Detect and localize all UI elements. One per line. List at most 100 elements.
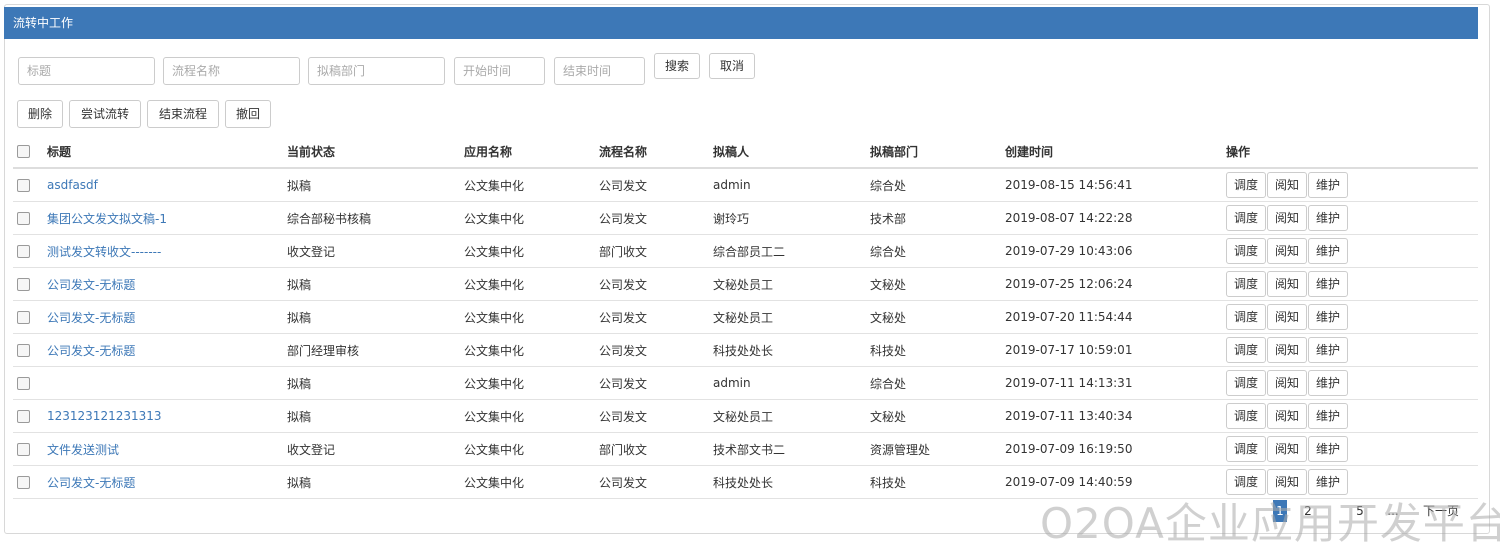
dispatch-button[interactable]: 调度 xyxy=(1226,172,1267,198)
maintain-button[interactable]: 维护 xyxy=(1308,205,1349,231)
cell-created-time: 2019-07-11 13:40:34 xyxy=(1005,399,1226,433)
column-header-created[interactable]: 创建时间 xyxy=(1005,135,1226,169)
read-notify-button[interactable]: 阅知 xyxy=(1267,436,1308,462)
row-checkbox[interactable] xyxy=(17,475,30,489)
dispatch-button[interactable]: 调度 xyxy=(1226,205,1267,231)
process-name-input[interactable] xyxy=(163,57,300,85)
maintain-button[interactable]: 维护 xyxy=(1308,304,1349,330)
page-2[interactable]: 2 xyxy=(1301,500,1315,522)
column-header-dept[interactable]: 拟稿部门 xyxy=(870,135,1005,169)
row-title-link[interactable]: 公司发文-无标题 xyxy=(47,344,135,358)
row-checkbox[interactable] xyxy=(17,409,30,423)
read-notify-button[interactable]: 阅知 xyxy=(1267,172,1308,198)
row-checkbox[interactable] xyxy=(17,277,30,291)
cell-process-name: 公司发文 xyxy=(599,201,713,235)
table-row[interactable]: 公司发文-无标题 拟稿 公文集中化 公司发文 文秘处员工 文秘处 2019-07-25 12… xyxy=(13,267,1478,301)
search-button[interactable]: 搜索 xyxy=(654,53,700,79)
row-actions: 调度 阅知 维护 xyxy=(1226,432,1478,466)
end-flow-button[interactable]: 结束流程 xyxy=(147,100,219,128)
cell-draft-dept: 技术部 xyxy=(870,201,1005,235)
draft-dept-input[interactable] xyxy=(308,57,445,85)
cancel-button[interactable]: 取消 xyxy=(709,53,755,79)
cell-process-name: 公司发文 xyxy=(599,465,713,499)
delete-button[interactable]: 删除 xyxy=(17,100,63,128)
row-checkbox[interactable] xyxy=(17,178,30,192)
row-title-link[interactable]: 公司发文-无标题 xyxy=(47,476,135,490)
cell-process-name: 公司发文 xyxy=(599,168,713,202)
cell-draft-dept: 科技处 xyxy=(870,333,1005,367)
cell-app-name: 公文集中化 xyxy=(464,300,599,334)
read-notify-button[interactable]: 阅知 xyxy=(1267,238,1308,264)
column-header-actions: 操作 xyxy=(1226,135,1478,169)
dispatch-button[interactable]: 调度 xyxy=(1226,271,1267,297)
read-notify-button[interactable]: 阅知 xyxy=(1267,304,1308,330)
row-title-link[interactable]: 文件发送测试 xyxy=(47,443,119,457)
read-notify-button[interactable]: 阅知 xyxy=(1267,370,1308,396)
row-title-link[interactable]: 公司发文-无标题 xyxy=(47,278,135,292)
maintain-button[interactable]: 维护 xyxy=(1308,403,1349,429)
row-checkbox[interactable] xyxy=(17,244,30,258)
cell-status: 收文登记 xyxy=(287,432,464,466)
row-checkbox[interactable] xyxy=(17,376,30,390)
table-row[interactable]: asdfasdf 拟稿 公文集中化 公司发文 admin 综合处 2019-08-15 14… xyxy=(13,168,1478,202)
row-checkbox[interactable] xyxy=(17,343,30,357)
row-checkbox[interactable] xyxy=(17,211,30,225)
page-5[interactable]: 5 xyxy=(1353,500,1367,522)
try-flow-button[interactable]: 尝试流转 xyxy=(69,100,141,128)
maintain-button[interactable]: 维护 xyxy=(1308,238,1349,264)
maintain-button[interactable]: 维护 xyxy=(1308,172,1349,198)
table-row[interactable]: 公司发文-无标题 部门经理审核 公文集中化 公司发文 科技处处长 科技处 2019-07-1… xyxy=(13,333,1478,367)
cell-draft-dept: 综合处 xyxy=(870,168,1005,202)
table-row[interactable]: 拟稿 公文集中化 公司发文 admin 综合处 2019-07-11 14:13:31 调度… xyxy=(13,366,1478,400)
table-row[interactable]: 123123121231313 拟稿 公文集中化 公司发文 文秘处员工 文秘处 2019-0… xyxy=(13,399,1478,433)
select-all-checkbox[interactable] xyxy=(17,144,30,158)
revoke-button[interactable]: 撤回 xyxy=(225,100,271,128)
title-search-input[interactable] xyxy=(18,57,155,85)
table-row[interactable]: 测试发文转收文------- 收文登记 公文集中化 部门收文 综合部员工二 综合处 2019… xyxy=(13,234,1478,268)
read-notify-button[interactable]: 阅知 xyxy=(1267,271,1308,297)
row-title-link[interactable]: asdfasdf xyxy=(47,178,98,192)
row-checkbox[interactable] xyxy=(17,442,30,456)
dispatch-button[interactable]: 调度 xyxy=(1226,469,1267,495)
row-checkbox[interactable] xyxy=(17,310,30,324)
column-header-title[interactable]: 标题 xyxy=(47,135,287,169)
dispatch-button[interactable]: 调度 xyxy=(1226,403,1267,429)
table-row[interactable]: 公司发文-无标题 拟稿 公文集中化 公司发文 科技处处长 科技处 2019-07-09 14… xyxy=(13,465,1478,499)
page-1[interactable]: 1 xyxy=(1273,500,1287,522)
table-row[interactable]: 集团公文发文拟文稿-1 综合部秘书核稿 公文集中化 公司发文 谢玲巧 技术部 2019-08… xyxy=(13,201,1478,235)
column-header-process[interactable]: 流程名称 xyxy=(599,135,713,169)
maintain-button[interactable]: 维护 xyxy=(1308,469,1349,495)
start-time-input[interactable] xyxy=(454,57,545,85)
row-title-link[interactable]: 集团公文发文拟文稿-1 xyxy=(47,212,167,226)
table-row[interactable]: 文件发送测试 收文登记 公文集中化 部门收文 技术部文书二 资源管理处 2019-07-09… xyxy=(13,432,1478,466)
maintain-button[interactable]: 维护 xyxy=(1308,370,1349,396)
read-notify-button[interactable]: 阅知 xyxy=(1267,205,1308,231)
read-notify-button[interactable]: 阅知 xyxy=(1267,403,1308,429)
row-title-link[interactable]: 测试发文转收文------- xyxy=(47,245,161,259)
table-header-row: 标题 当前状态 应用名称 流程名称 拟稿人 拟稿部门 创建时间 操作 xyxy=(13,135,1478,169)
row-actions: 调度 阅知 维护 xyxy=(1226,168,1478,202)
next-page[interactable]: 下一页 xyxy=(1420,500,1462,522)
column-header-drafter[interactable]: 拟稿人 xyxy=(713,135,870,169)
cell-drafter: 文秘处员工 xyxy=(713,300,870,334)
cell-process-name: 公司发文 xyxy=(599,399,713,433)
table-row[interactable]: 公司发文-无标题 拟稿 公文集中化 公司发文 文秘处员工 文秘处 2019-07-20 11… xyxy=(13,300,1478,334)
cell-app-name: 公文集中化 xyxy=(464,267,599,301)
dispatch-button[interactable]: 调度 xyxy=(1226,337,1267,363)
cell-status: 拟稿 xyxy=(287,300,464,334)
read-notify-button[interactable]: 阅知 xyxy=(1267,469,1308,495)
dispatch-button[interactable]: 调度 xyxy=(1226,304,1267,330)
maintain-button[interactable]: 维护 xyxy=(1308,271,1349,297)
row-title-link[interactable]: 公司发文-无标题 xyxy=(47,311,135,325)
maintain-button[interactable]: 维护 xyxy=(1308,436,1349,462)
end-time-input[interactable] xyxy=(554,57,645,85)
column-header-app[interactable]: 应用名称 xyxy=(464,135,599,169)
dispatch-button[interactable]: 调度 xyxy=(1226,436,1267,462)
column-header-status[interactable]: 当前状态 xyxy=(287,135,464,169)
maintain-button[interactable]: 维护 xyxy=(1308,337,1349,363)
dispatch-button[interactable]: 调度 xyxy=(1226,370,1267,396)
dispatch-button[interactable]: 调度 xyxy=(1226,238,1267,264)
cell-app-name: 公文集中化 xyxy=(464,366,599,400)
read-notify-button[interactable]: 阅知 xyxy=(1267,337,1308,363)
row-title-link[interactable]: 123123121231313 xyxy=(47,409,162,423)
